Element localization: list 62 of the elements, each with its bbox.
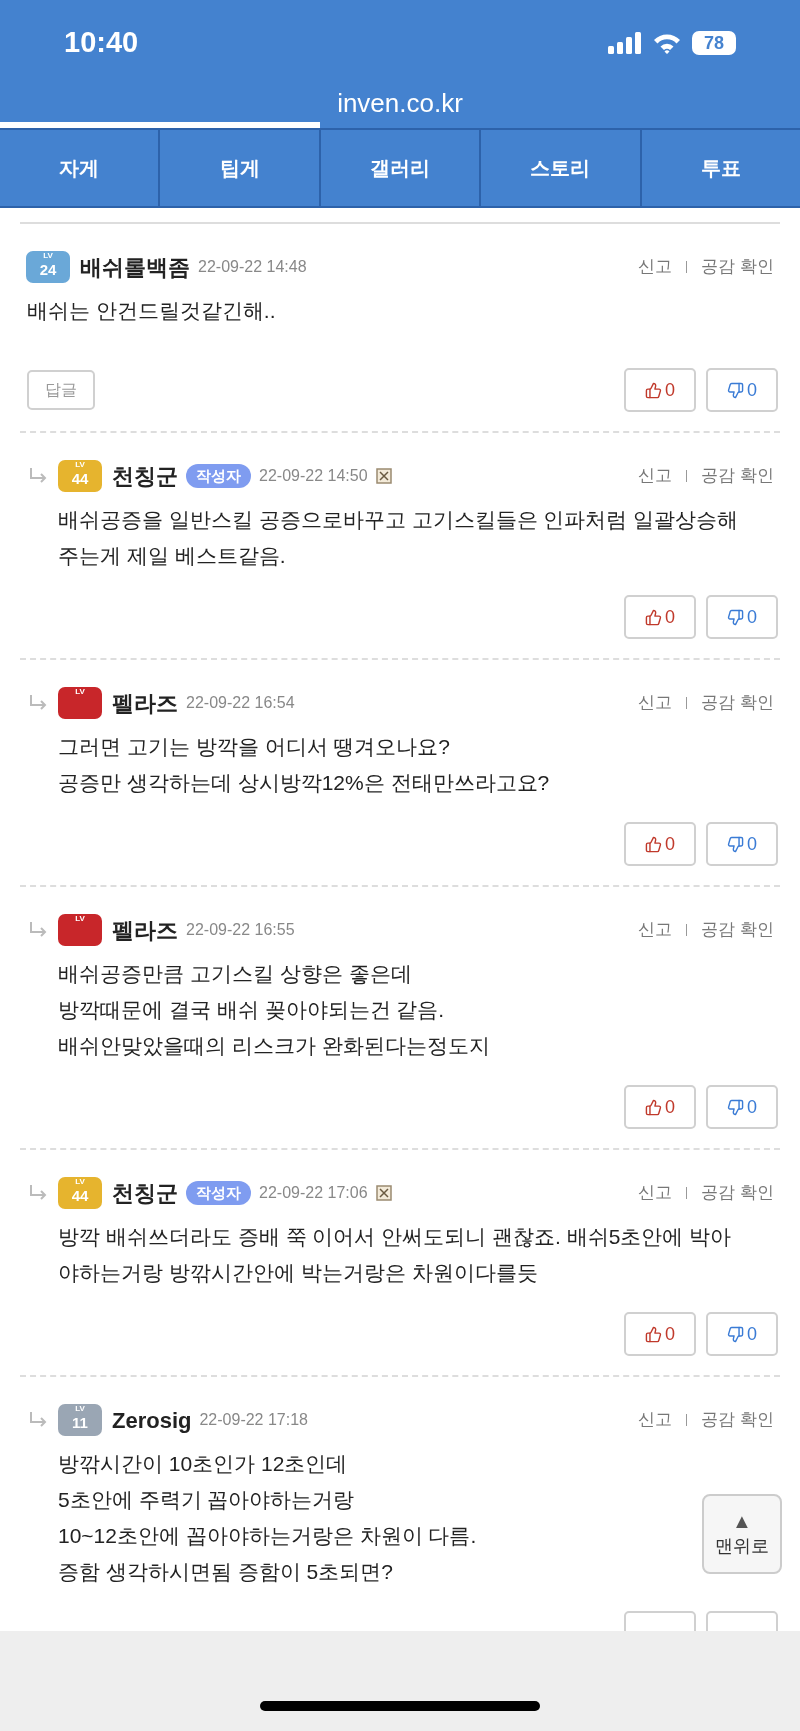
author-name[interactable]: 천칭군 xyxy=(112,1176,178,1210)
empathy-link[interactable]: 공감 확인 xyxy=(701,254,774,280)
board-tab[interactable]: 자게 xyxy=(0,130,159,206)
level-number: 44 xyxy=(71,1187,89,1205)
empathy-link[interactable]: 공감 확인 xyxy=(701,1407,774,1433)
empathy-link[interactable]: 공감 확인 xyxy=(701,690,774,716)
report-link[interactable]: 신고 xyxy=(638,1407,673,1433)
empathy-link[interactable]: 공감 확인 xyxy=(701,917,774,943)
board-tab[interactable]: 팁게 xyxy=(158,130,319,206)
level-label: LV xyxy=(75,914,85,924)
report-link[interactable]: 신고 xyxy=(638,254,673,280)
comment-date: 22-09-22 17:18 xyxy=(199,1410,308,1430)
dislike-button[interactable]: 0 xyxy=(706,822,778,866)
author-name[interactable]: Zerosig xyxy=(112,1403,192,1437)
like-button[interactable]: 0 xyxy=(624,1312,696,1356)
comment-text: 그러면 고기는 방깍을 어디서 땡겨오나요? 공증만 생각하는데 상시방깍12%은 전태만쓰라고요? xyxy=(58,734,550,796)
like-button[interactable]: 0 xyxy=(624,368,696,412)
author-name[interactable]: 펠라즈 xyxy=(112,686,178,720)
dislike-button[interactable]: 0 xyxy=(706,368,778,412)
comment-text: 배쉬는 안건드릴것같긴해.. xyxy=(27,298,276,324)
comment-date: 22-09-22 16:54 xyxy=(186,693,295,713)
battery-indicator: 78 xyxy=(692,31,736,55)
comment-text: 방깎시간이 10초인가 12초인데 5초안에 주력기 꼽아야하는거랑 10~12초안에 꼽아야하는거랑은 차원이 다름. 증함 생각하시면됨 증함이 5초되면? xyxy=(58,1451,477,1585)
level-number: 44 xyxy=(71,470,89,488)
board-tab[interactable]: 갤러리 xyxy=(318,130,480,206)
comment-date: 22-09-22 16:55 xyxy=(186,920,295,940)
status-time: 10:40 xyxy=(64,25,139,61)
comment-text: 배쉬공증을 일반스킬 공증으로바꾸고 고기스킬들은 인파처럼 일괄상승해 주는게 제일 베스트같음. xyxy=(58,507,739,569)
level-label: LV xyxy=(43,251,53,261)
level-label: LV xyxy=(75,687,85,697)
author-tag: 작성자 xyxy=(186,464,251,488)
level-label: LV xyxy=(75,1177,85,1187)
author-tag: 작성자 xyxy=(186,1181,251,1205)
dislike-button[interactable]: 0 xyxy=(706,1312,778,1356)
like-button[interactable]: 0 xyxy=(624,1085,696,1129)
like-button[interactable]: 0 xyxy=(624,595,696,639)
scroll-top-button[interactable]: ▲ 맨위로 xyxy=(702,1494,782,1574)
level-label: LV xyxy=(75,1404,85,1414)
comment-date: 22-09-22 14:48 xyxy=(198,257,307,277)
report-link[interactable]: 신고 xyxy=(638,690,673,716)
comment-date: 22-09-22 17:06 xyxy=(259,1183,368,1203)
level-label: LV xyxy=(75,460,85,470)
author-name[interactable]: 천칭군 xyxy=(112,459,178,493)
report-link[interactable]: 신고 xyxy=(638,917,673,943)
level-number: 24 xyxy=(39,261,57,279)
empathy-link[interactable]: 공감 확인 xyxy=(701,1180,774,1206)
report-link[interactable]: 신고 xyxy=(638,1180,673,1206)
board-tab[interactable]: 스토리 xyxy=(479,130,640,206)
author-name[interactable]: 펠라즈 xyxy=(112,913,178,947)
empathy-link[interactable]: 공감 확인 xyxy=(701,463,774,489)
comment-text: 방깍 배쉬쓰더라도 증배 쭉 이어서 안써도되니 괜찮죠. 배쉬5초안에 박아 야하는거랑 방깎시간안에 박는거랑은 차원이다를듯 xyxy=(58,1224,732,1286)
level-number: 11 xyxy=(72,1414,88,1432)
board-tab[interactable]: 투표 xyxy=(639,130,800,206)
report-link[interactable]: 신고 xyxy=(638,463,673,489)
reply-button[interactable]: 답글 xyxy=(27,370,95,410)
comment-date: 22-09-22 14:50 xyxy=(259,466,368,486)
dislike-button[interactable]: 0 xyxy=(706,595,778,639)
comment-text: 배쉬공증만큼 고기스킬 상향은 좋은데 방깍때문에 결국 배쉬 꽂아야되는건 같음. 배쉬안맞았을때의 리스크가 완화된다는정도지 xyxy=(58,961,490,1059)
author-name[interactable]: 배쉬롤백좀 xyxy=(80,250,190,284)
page-url: inven.co.kr xyxy=(337,86,463,120)
dislike-button[interactable]: 0 xyxy=(706,1085,778,1129)
like-button[interactable]: 0 xyxy=(624,822,696,866)
